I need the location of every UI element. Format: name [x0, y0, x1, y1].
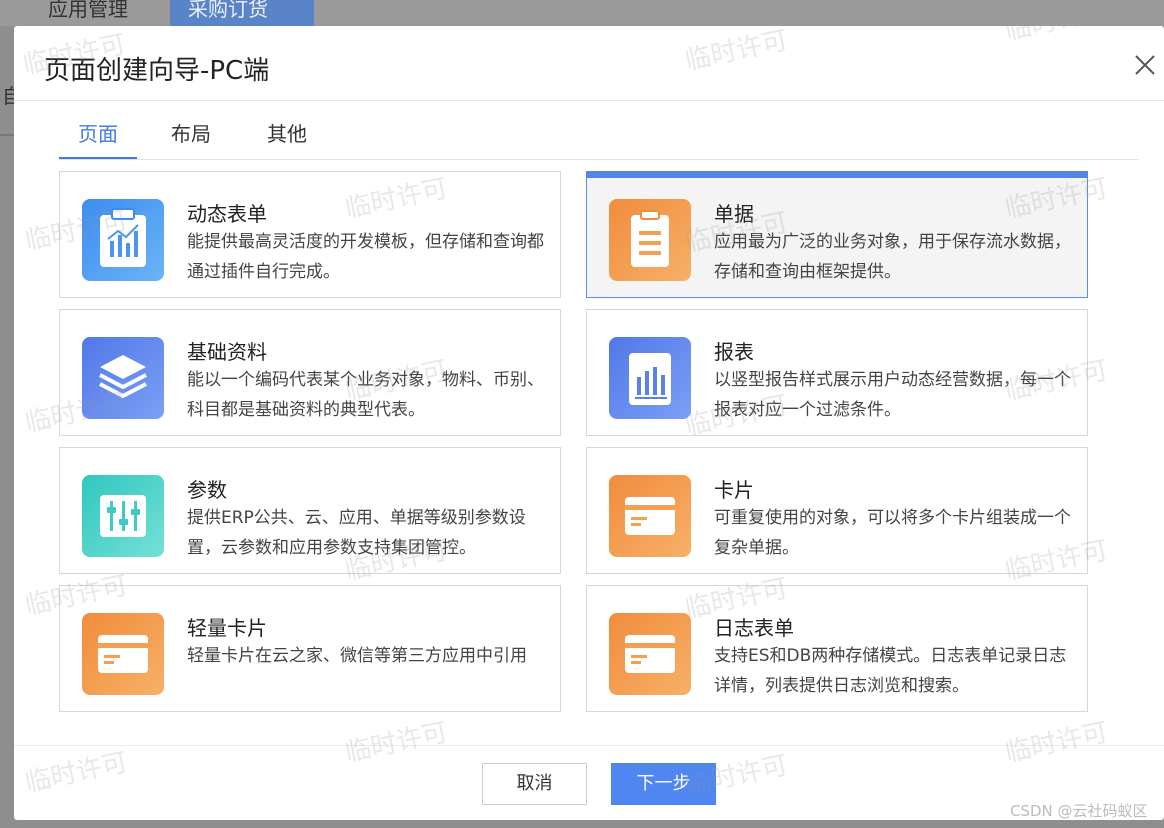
background-divider	[0, 134, 14, 136]
tab-page[interactable]: 页面	[59, 116, 137, 158]
tab-layout[interactable]: 布局	[159, 116, 223, 158]
background-tab-purchase-order: 采购订货	[170, 0, 314, 26]
card-parameters[interactable]: 参数 提供ERP公共、云、应用、单据等级别参数设置，云参数和应用参数支持集团管控…	[59, 447, 561, 574]
credit-text: CSDN @云社码蚁区	[1010, 802, 1148, 820]
page-wizard-dialog: 页面创建向导-PC端 页面 布局 其他 动态表单 能提供最高灵活度的开发模板，但…	[14, 26, 1164, 820]
card-title: 动态表单	[187, 202, 267, 226]
card-title: 基础资料	[187, 340, 267, 364]
card-icon	[82, 613, 164, 695]
card-title: 日志表单	[714, 616, 794, 640]
tabs-divider	[59, 159, 1139, 160]
card-document[interactable]: 单据 应用最为广泛的业务对象，用于保存流水数据，存储和查询由框架提供。	[586, 171, 1088, 298]
sliders-icon	[82, 475, 164, 557]
card-description: 提供ERP公共、云、应用、单据等级别参数设置，云参数和应用参数支持集团管控。	[187, 508, 526, 558]
bar-report-icon	[609, 337, 691, 419]
background-tab-app-management: 应用管理	[48, 0, 128, 21]
tab-other[interactable]: 其他	[255, 116, 319, 158]
card-description: 轻量卡片在云之家、微信等第三方应用中引用	[187, 646, 527, 666]
form-chart-icon	[82, 199, 164, 281]
card-dynamic-form[interactable]: 动态表单 能提供最高灵活度的开发模板，但存储和查询都通过插件自行完成。	[59, 171, 561, 298]
card-title: 单据	[714, 202, 754, 226]
close-button[interactable]	[1132, 52, 1158, 78]
card-description: 可重复使用的对象，可以将多个卡片组装成一个复杂单据。	[714, 508, 1071, 558]
wizard-tabs: 页面 布局 其他	[59, 116, 1139, 160]
card-report[interactable]: 报表 以竖型报告样式展示用户动态经营数据，每一个报表对应一个过滤条件。	[586, 309, 1088, 436]
card-log-form[interactable]: 日志表单 支持ES和DB两种存储模式。日志表单记录日志详情，列表提供日志浏览和搜…	[586, 585, 1088, 712]
card-title: 轻量卡片	[187, 616, 267, 640]
title-divider	[14, 100, 1164, 101]
footer-divider	[14, 745, 1164, 746]
clipboard-icon	[609, 199, 691, 281]
card-basic-data[interactable]: 基础资料 能以一个编码代表某个业务对象，物料、币别、科目都是基础资料的典型代表。	[59, 309, 561, 436]
layers-icon	[82, 337, 164, 419]
card-icon	[609, 613, 691, 695]
card-description: 能以一个编码代表某个业务对象，物料、币别、科目都是基础资料的典型代表。	[187, 370, 544, 420]
cancel-button[interactable]: 取消	[482, 763, 587, 805]
card-description: 支持ES和DB两种存储模式。日志表单记录日志详情，列表提供日志浏览和搜索。	[714, 646, 1067, 696]
card-title: 参数	[187, 478, 227, 502]
card-icon	[609, 475, 691, 557]
card-description: 以竖型报告样式展示用户动态经营数据，每一个报表对应一个过滤条件。	[714, 370, 1071, 420]
close-icon	[1135, 55, 1155, 75]
next-step-button[interactable]: 下一步	[611, 763, 716, 805]
card-card[interactable]: 卡片 可重复使用的对象，可以将多个卡片组装成一个复杂单据。	[586, 447, 1088, 574]
dialog-title: 页面创建向导-PC端	[44, 56, 270, 86]
card-title: 报表	[714, 340, 754, 364]
card-description: 能提供最高灵活度的开发模板，但存储和查询都通过插件自行完成。	[187, 232, 544, 282]
card-title: 卡片	[714, 478, 754, 502]
card-light-card[interactable]: 轻量卡片 轻量卡片在云之家、微信等第三方应用中引用	[59, 585, 561, 712]
card-description: 应用最为广泛的业务对象，用于保存流水数据，存储和查询由框架提供。	[714, 232, 1071, 282]
